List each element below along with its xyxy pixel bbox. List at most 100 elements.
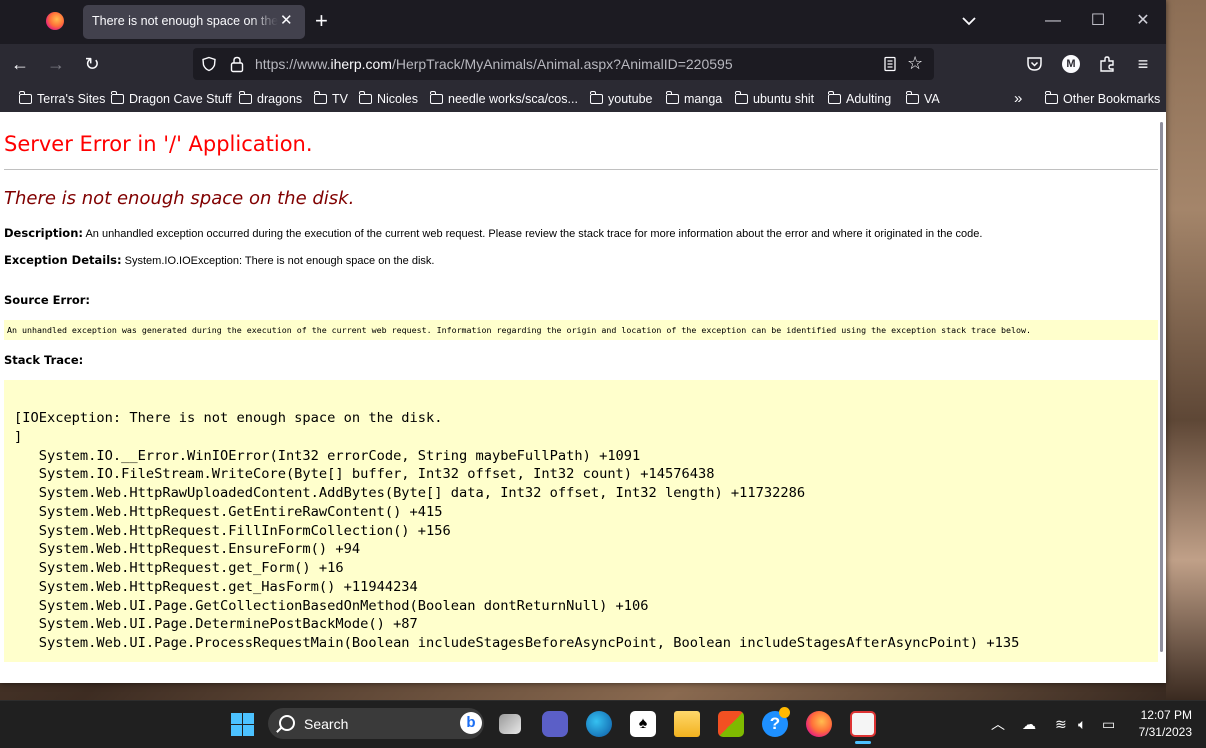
folder-icon (905, 90, 919, 104)
teams-chat-icon[interactable] (542, 711, 568, 737)
bookmark-label: ubuntu shit (753, 91, 815, 106)
file-explorer-icon[interactable] (674, 711, 700, 737)
bookmark-folder[interactable]: youtube (589, 90, 653, 107)
firefox-view-icon[interactable] (46, 12, 64, 30)
back-arrow-icon[interactable]: ← (9, 53, 31, 75)
exception-details-label: Exception Details: (4, 253, 122, 267)
other-bookmarks-folder[interactable]: Other Bookmarks (1044, 90, 1161, 107)
stack-trace-line: System.IO.__Error.WinIOError(Int32 error… (14, 447, 641, 464)
stack-trace-line: System.Web.UI.Page.DeterminePostBackMode… (14, 616, 418, 633)
snipping-tool-icon[interactable] (850, 711, 876, 737)
new-tab-plus-icon[interactable]: + (315, 9, 328, 33)
browser-window: There is not enough space on the disk ✕ … (0, 0, 1166, 683)
bookmark-label: youtube (608, 91, 653, 106)
forward-arrow-icon[interactable]: → (45, 53, 67, 75)
url-text[interactable]: https://www.iherp.com/HerpTrack/MyAnimal… (255, 56, 733, 72)
windows-start-icon[interactable] (231, 713, 254, 736)
stack-trace-heading: Stack Trace: (4, 353, 84, 367)
maximize-icon[interactable]: ☐ (1075, 8, 1121, 34)
exception-details-line: Exception Details: System.IO.IOException… (4, 252, 434, 269)
bookmark-folder[interactable]: TV (313, 90, 348, 107)
clock-date: 7/31/2023 (1138, 725, 1192, 739)
page-title: Server Error in '/' Application. (4, 132, 313, 156)
folder-icon (589, 90, 603, 104)
bookmark-folder[interactable]: Adulting (827, 90, 892, 107)
system-clock[interactable]: 12:07 PM 7/31/2023 (1134, 707, 1192, 741)
folder-icon (110, 90, 124, 104)
tab-bar: There is not enough space on the disk ✕ … (0, 0, 1166, 44)
bookmark-folder[interactable]: Dragon Cave Stuff (110, 90, 232, 107)
notification-dot-icon (779, 707, 790, 718)
microsoft-store-icon[interactable] (718, 711, 744, 737)
solitaire-cards-icon[interactable]: ♠ (630, 711, 656, 737)
search-label: Search (304, 716, 349, 732)
folder-icon (313, 90, 327, 104)
tab-list-chevron-icon[interactable] (960, 12, 978, 30)
bookmark-folder[interactable]: Terra's Sites (18, 90, 106, 107)
bookmark-label: Other Bookmarks (1063, 91, 1161, 106)
extensions-puzzle-icon[interactable] (1098, 55, 1116, 73)
bing-icon[interactable]: b (460, 712, 482, 734)
tab-close-icon[interactable]: ✕ (280, 11, 293, 31)
page-content: Server Error in '/' Application. There i… (0, 112, 1166, 683)
folder-icon (827, 90, 841, 104)
reader-view-icon[interactable] (882, 56, 898, 72)
minimize-icon[interactable]: — (1030, 8, 1076, 34)
description-line: Description: An unhandled exception occu… (4, 225, 982, 242)
url-prefix: https://www. (255, 56, 331, 72)
reload-icon[interactable]: ↻ (81, 53, 103, 75)
task-view-icon[interactable] (499, 714, 521, 734)
pocket-icon[interactable] (1026, 56, 1043, 72)
lock-icon[interactable] (229, 55, 245, 73)
url-domain: iherp.com (330, 56, 392, 72)
clock-time: 12:07 PM (1140, 708, 1192, 722)
bookmarks-overflow-chevron-icon[interactable]: » (1014, 90, 1022, 107)
stack-trace-line: System.Web.HttpRequest.FillInFormCollect… (14, 522, 451, 539)
onedrive-cloud-icon[interactable]: ☁ (1022, 715, 1036, 733)
url-path: /HerpTrack/MyAnimals/Animal.aspx?AnimalI… (391, 56, 733, 72)
bookmark-label: VA (924, 91, 940, 106)
bookmark-folder[interactable]: manga (665, 90, 722, 107)
firefox-taskbar-icon[interactable] (806, 711, 832, 737)
bookmark-folder[interactable]: Nicoles (358, 90, 418, 107)
error-message: There is not enough space on the disk. (4, 188, 355, 209)
source-error-text: An unhandled exception was generated dur… (7, 325, 1032, 335)
stack-trace-line: System.Web.UI.Page.GetCollectionBasedOnM… (14, 597, 649, 614)
shield-icon[interactable] (201, 56, 217, 72)
bookmark-label: needle works/sca/cos... (448, 91, 578, 106)
folder-icon (734, 90, 748, 104)
show-hidden-icons-chevron-icon[interactable]: ︿ (991, 715, 1005, 733)
bookmark-folder[interactable]: needle works/sca/cos... (429, 90, 578, 107)
edge-browser-icon[interactable] (586, 711, 612, 737)
active-app-indicator (855, 741, 871, 744)
tab-title: There is not enough space on the disk (92, 14, 278, 28)
bookmark-label: Adulting (846, 91, 892, 106)
bookmark-folder[interactable]: VA (905, 90, 940, 107)
close-window-icon[interactable]: ✕ (1120, 8, 1166, 34)
url-bar[interactable]: https://www.iherp.com/HerpTrack/MyAnimal… (193, 48, 934, 80)
bookmark-folder[interactable]: dragons (238, 90, 302, 107)
battery-icon[interactable]: ▭ (1102, 715, 1115, 733)
bookmark-star-icon[interactable]: ☆ (907, 53, 923, 73)
wifi-icon[interactable]: ≋ (1055, 715, 1067, 733)
taskbar-search-box[interactable]: Search b (268, 708, 484, 739)
folder-icon (665, 90, 679, 104)
bookmarks-toolbar: Terra's Sites Dragon Cave Stuff dragons … (0, 84, 1166, 112)
page-scrollbar[interactable] (1160, 122, 1163, 652)
hamburger-menu-icon[interactable]: ≡ (1132, 53, 1154, 75)
tab-active[interactable]: There is not enough space on the disk ✕ (83, 5, 305, 39)
account-avatar[interactable]: M (1062, 55, 1080, 73)
stack-trace-line: System.Web.HttpRequest.GetEntireRawConte… (14, 503, 443, 520)
stack-trace-line: System.Web.HttpRequest.get_HasForm() +11… (14, 578, 418, 595)
folder-icon (429, 90, 443, 104)
bookmark-label: TV (332, 91, 348, 106)
folder-icon (238, 90, 252, 104)
folder-icon (1044, 90, 1058, 104)
bookmark-label: Terra's Sites (37, 91, 106, 106)
stack-trace-code: [IOException: There is not enough space … (14, 409, 1019, 653)
bookmark-folder[interactable]: ubuntu shit (734, 90, 815, 107)
stack-trace-line: System.Web.HttpRawUploadedContent.AddByt… (14, 485, 806, 501)
volume-icon[interactable]: 🔈︎ (1078, 715, 1086, 733)
desktop-wallpaper (1166, 0, 1206, 700)
navigation-toolbar: ← → ↻ https://www.iherp.com/HerpTrack/My… (0, 44, 1166, 84)
